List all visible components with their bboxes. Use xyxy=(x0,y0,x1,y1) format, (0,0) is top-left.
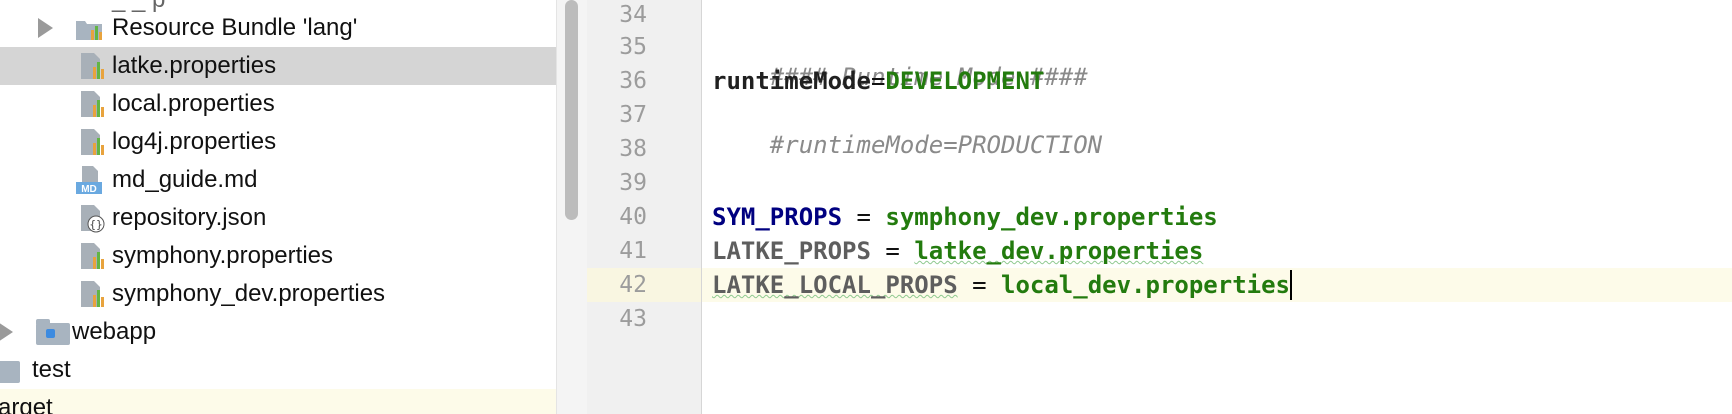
comment-text: #runtimeMode=PRODUCTION xyxy=(769,131,1103,159)
line-number-gutter: 34 35 36 37 38 39 40 41 42 43 xyxy=(587,0,702,414)
code-line-36[interactable]: runtimeMode=DEVELOPMENT xyxy=(712,66,1044,96)
properties-file-icon xyxy=(81,243,104,269)
tree-item-label: local.properties xyxy=(112,90,275,117)
tree-item-local-properties[interactable]: local.properties xyxy=(0,85,556,123)
properties-file-icon xyxy=(81,129,104,155)
code-line-40[interactable]: SYM_PROPS = symphony_dev.properties xyxy=(712,202,1218,232)
tree-scrollbar[interactable] xyxy=(556,0,588,414)
tree-item-symphony-properties[interactable]: symphony.properties xyxy=(0,237,556,275)
property-value: latke_dev.properties xyxy=(914,237,1204,265)
code-editor[interactable]: #### Runtime Mode #### runtimeMode=DEVEL… xyxy=(702,0,1732,414)
svg-text:MD: MD xyxy=(81,184,97,195)
tree-scrollbar-thumb[interactable] xyxy=(565,0,578,220)
properties-file-icon xyxy=(81,53,104,79)
line-number: 42 xyxy=(619,272,647,298)
line-number: 38 xyxy=(619,136,647,162)
code-line-42[interactable]: LATKE_LOCAL_PROPS = local_dev.properties xyxy=(712,270,1292,300)
line-number: 39 xyxy=(619,170,647,196)
tree-item-label: md_guide.md xyxy=(112,166,258,193)
tree-item-label: symphony.properties xyxy=(112,242,333,269)
line-number: 43 xyxy=(619,306,647,332)
tree-item-label: repository.json xyxy=(112,204,267,231)
property-key: SYM_PROPS xyxy=(712,203,843,231)
property-key: runtimeMode xyxy=(712,67,871,95)
svg-text:{}: {} xyxy=(89,218,102,231)
tree-item-label: webapp xyxy=(72,318,157,345)
project-tree: _ _ p Resource Bundle 'lang' latke.prope… xyxy=(0,0,556,414)
folder-icon xyxy=(0,361,20,383)
equals-sign: = xyxy=(870,67,886,95)
line-number: 41 xyxy=(619,238,647,264)
property-value: DEVELOPMENT xyxy=(885,67,1045,95)
property-key: LATKE_LOCAL_PROPS xyxy=(712,271,958,299)
properties-file-icon xyxy=(81,281,104,307)
property-value: local_dev.properties xyxy=(1001,271,1290,299)
line-number: 40 xyxy=(619,204,647,230)
code-line-37[interactable]: #runtimeMode=PRODUCTION xyxy=(712,100,1102,190)
line-number: 36 xyxy=(619,68,647,94)
line-number: 34 xyxy=(619,2,647,28)
tree-item-latke-properties[interactable]: latke.properties xyxy=(0,47,556,85)
tree-item-test[interactable]: test xyxy=(0,351,556,389)
tree-item-repository-json[interactable]: {} repository.json xyxy=(0,199,556,237)
line-number: 35 xyxy=(619,34,647,60)
tree-item-label: log4j.properties xyxy=(112,128,277,155)
folder-icon xyxy=(36,319,70,345)
code-line-41[interactable]: LATKE_PROPS = latke_dev.properties xyxy=(712,236,1203,266)
tree-item-md-guide[interactable]: MD md_guide.md xyxy=(0,161,556,199)
expand-arrow-icon[interactable] xyxy=(0,322,13,342)
tree-item-label: latke.properties xyxy=(112,52,277,79)
text-cursor xyxy=(1289,270,1292,300)
expand-arrow-icon[interactable] xyxy=(38,18,53,38)
resource-bundle-icon xyxy=(76,21,102,40)
tree-item-label: Resource Bundle 'lang' xyxy=(112,14,358,41)
tree-item-label: arget xyxy=(0,394,53,414)
tree-item-label: test xyxy=(32,356,71,383)
markdown-file-icon: MD xyxy=(76,166,102,195)
property-value: symphony_dev.properties xyxy=(885,203,1218,231)
tree-item-target[interactable]: arget xyxy=(0,389,556,414)
tree-item-log4j-properties[interactable]: log4j.properties xyxy=(0,123,556,161)
tree-item-label: symphony_dev.properties xyxy=(112,280,386,307)
properties-file-icon xyxy=(81,91,104,117)
property-key: LATKE_PROPS xyxy=(712,237,871,265)
equals-sign: = xyxy=(870,237,915,265)
json-file-icon: {} xyxy=(81,205,105,233)
tree-item-resource-bundle[interactable]: Resource Bundle 'lang' xyxy=(0,9,556,47)
equals-sign: = xyxy=(842,203,886,231)
line-number: 37 xyxy=(619,102,647,128)
tree-item-symphony-dev-properties[interactable]: symphony_dev.properties xyxy=(0,275,556,313)
equals-sign: = xyxy=(957,271,1001,299)
tree-item-webapp[interactable]: webapp xyxy=(0,313,556,351)
